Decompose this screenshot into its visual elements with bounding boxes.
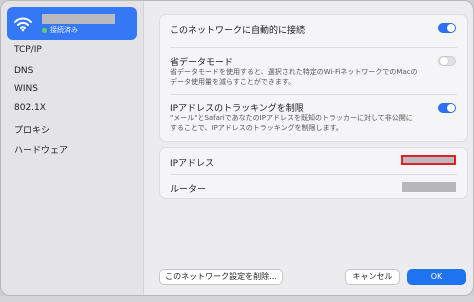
limit-ip-tracking-toggle[interactable]	[438, 103, 456, 113]
forget-network-button[interactable]: このネットワーク設定を削除...	[159, 269, 283, 285]
content-area: このネットワークに自動的に接続 省データモード 省データモードを使用すると、選択…	[145, 1, 473, 295]
auto-join-row: このネットワークに自動的に接続	[160, 15, 467, 40]
router-row: ルーター	[160, 175, 467, 200]
sidebar-item-wins[interactable]: WINS	[14, 84, 38, 94]
network-status-text: 接続済み	[50, 26, 78, 34]
auto-join-label: このネットワークに自動的に接続	[170, 26, 306, 36]
limit-ip-tracking-row: IPアドレスのトラッキングを制限 "メール"とSafariであなたのIPアドレス…	[160, 95, 467, 141]
ok-button[interactable]: OK	[407, 269, 466, 285]
sidebar-item-network[interactable]: 接続済み	[7, 7, 137, 40]
ip-address-row: IPアドレス	[160, 148, 467, 173]
sidebar-item-dns[interactable]: DNS	[14, 66, 33, 76]
sidebar-item-proxy[interactable]: プロキシ	[14, 123, 50, 136]
wifi-icon	[13, 16, 33, 32]
sidebar-item-hardware[interactable]: ハードウェア	[14, 143, 68, 156]
address-info-panel: IPアドレス ルーター	[159, 147, 468, 199]
router-value-redacted	[402, 182, 456, 192]
background-strip	[0, 296, 474, 302]
options-panel: このネットワークに自動的に接続 省データモード 省データモードを使用すると、選択…	[159, 14, 468, 142]
cancel-button[interactable]: キャンセル	[345, 269, 400, 285]
sidebar-item-8021x[interactable]: 802.1X	[14, 103, 46, 113]
network-name-redacted	[42, 14, 115, 24]
auto-join-toggle[interactable]	[438, 23, 456, 33]
low-data-description-1: 省データモードを使用すると、選択された特定のWi-FiネットワークでのMacの	[170, 68, 418, 76]
low-data-description-2: データ使用量を減らすことができます。	[170, 78, 296, 86]
connected-status-dot	[42, 28, 47, 33]
ip-address-value-redacted	[401, 155, 456, 165]
router-label: ルーター	[170, 185, 207, 195]
network-settings-window: 接続済み TCP/IP DNS WINS 802.1X プロキシ ハードウェア …	[0, 0, 474, 296]
sidebar-item-tcpip[interactable]: TCP/IP	[14, 45, 42, 55]
ip-address-label: IPアドレス	[170, 159, 215, 169]
low-data-row: 省データモード 省データモードを使用すると、選択された特定のWi-Fiネットワー…	[160, 48, 467, 94]
low-data-toggle[interactable]	[438, 56, 456, 66]
limit-ip-tracking-description-1: "メール"とSafariであなたのIPアドレスを既知のトラッカーに対して非公開に	[170, 114, 413, 122]
sidebar: 接続済み TCP/IP DNS WINS 802.1X プロキシ ハードウェア	[1, 1, 144, 295]
limit-ip-tracking-description-2: することで、IPアドレスのトラッキングを制限します。	[170, 124, 343, 132]
